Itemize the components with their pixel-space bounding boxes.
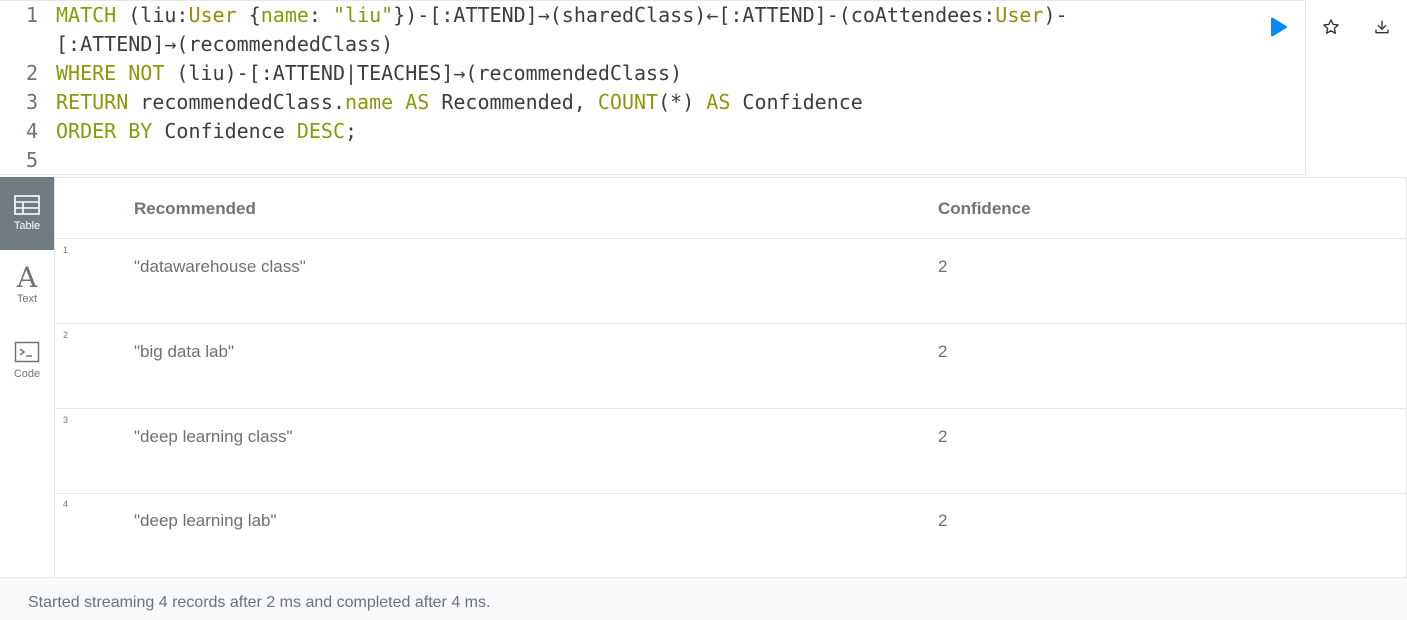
code-token: : — [308, 3, 333, 27]
status-bar: Started streaming 4 records after 2 ms a… — [0, 577, 1407, 620]
editor-actions — [1271, 0, 1407, 56]
favorite-button[interactable] — [1318, 14, 1344, 40]
table-header: Recommended Confidence — [55, 178, 1406, 239]
code-token: recommendedClass. — [128, 90, 345, 114]
cell-confidence: 2 — [938, 257, 948, 276]
code-token: )- — [1043, 3, 1068, 27]
code-token: RETURN — [56, 90, 129, 114]
code-token: [:ATTEND]→(recommendedClass) — [56, 32, 394, 56]
code-text: WHERE NOT (liu)-[:ATTEND|TEACHES]→(recom… — [56, 59, 682, 88]
code-token: Confidence — [730, 90, 863, 114]
code-token: name — [260, 3, 309, 27]
code-text: [:ATTEND]→(recommendedClass) — [56, 30, 393, 59]
code-text: MATCH (liu:User {name: "liu"})-[:ATTEND]… — [56, 1, 1068, 30]
code-token: (liu)-[:ATTEND|TEACHES]→(recommendedClas… — [164, 61, 683, 85]
code-text: ORDER BY Confidence DESC; — [56, 117, 357, 146]
code-token: AS — [405, 90, 430, 114]
row-number: 3 — [63, 415, 69, 425]
table-row: 3 "deep learning class" 2 — [55, 409, 1406, 494]
view-text-label: Text — [16, 293, 38, 305]
code-token: COUNT — [597, 90, 659, 114]
code-token: { — [236, 3, 261, 27]
code-token: MATCH — [56, 3, 117, 27]
cell-recommended: "big data lab" — [134, 342, 234, 361]
table-row: 1 "datawarehouse class" 2 — [55, 239, 1406, 324]
code-token: DESC — [296, 119, 345, 143]
table-row: 4 "deep learning lab" 2 — [55, 493, 1406, 578]
cell-confidence: 2 — [938, 342, 948, 361]
column-header-confidence[interactable]: Confidence — [938, 199, 1031, 219]
column-header-recommended[interactable]: Recommended — [134, 199, 256, 219]
view-table-label: Table — [13, 220, 41, 232]
code-token: (liu: — [116, 3, 189, 27]
view-text-button[interactable]: A Text — [0, 250, 54, 323]
view-code-label: Code — [13, 368, 41, 380]
cell-recommended: "deep learning lab" — [134, 511, 277, 530]
row-number: 4 — [63, 499, 69, 509]
query-editor[interactable]: 1 MATCH (liu:User {name: "liu"})-[:ATTEND… — [0, 0, 1306, 175]
play-icon — [1271, 17, 1287, 37]
code-token: (*) — [658, 90, 707, 114]
code-token: AS — [706, 90, 731, 114]
line-number: 4 — [25, 119, 38, 143]
line-number: 1 — [25, 3, 38, 27]
line-number: 3 — [25, 90, 38, 114]
text-icon: A — [16, 261, 38, 294]
table-row: 2 "big data lab" 2 — [55, 324, 1406, 409]
status-message: Started streaming 4 records after 2 ms a… — [28, 594, 491, 611]
download-icon — [1375, 20, 1389, 34]
cell-recommended: "deep learning class" — [134, 427, 293, 446]
row-number: 1 — [63, 245, 69, 255]
code-token: name — [345, 90, 394, 114]
view-code-button[interactable]: Code — [0, 323, 54, 396]
cell-confidence: 2 — [938, 511, 948, 530]
line-number: 5 — [25, 148, 38, 172]
code-token: Confidence — [152, 119, 297, 143]
code-token: ORDER BY — [56, 119, 153, 143]
result-table: Recommended Confidence 1 "datawarehouse … — [55, 177, 1407, 577]
view-table-button[interactable]: Table — [0, 177, 54, 250]
code-token: ; — [345, 119, 358, 143]
row-number: 2 — [63, 330, 69, 340]
cell-recommended: "datawarehouse class" — [134, 257, 306, 276]
star-icon — [1323, 19, 1339, 34]
download-button[interactable] — [1369, 14, 1395, 40]
cell-confidence: 2 — [938, 427, 948, 446]
line-number: 2 — [25, 61, 38, 85]
code-token: })-[:ATTEND]→(sharedClass)←[:ATTEND]-(co… — [393, 3, 996, 27]
code-text: RETURN recommendedClass.name AS Recommen… — [56, 88, 863, 117]
table-icon — [14, 195, 40, 215]
code-icon — [14, 341, 40, 363]
code-token: "liu" — [333, 3, 394, 27]
code-token: User — [188, 3, 237, 27]
code-token: User — [995, 3, 1044, 27]
code-token: WHERE NOT — [56, 61, 165, 85]
code-token: Recommended, — [429, 90, 598, 114]
run-button[interactable] — [1266, 14, 1292, 40]
result-view-sidebar: Table A Text Code — [0, 177, 55, 577]
